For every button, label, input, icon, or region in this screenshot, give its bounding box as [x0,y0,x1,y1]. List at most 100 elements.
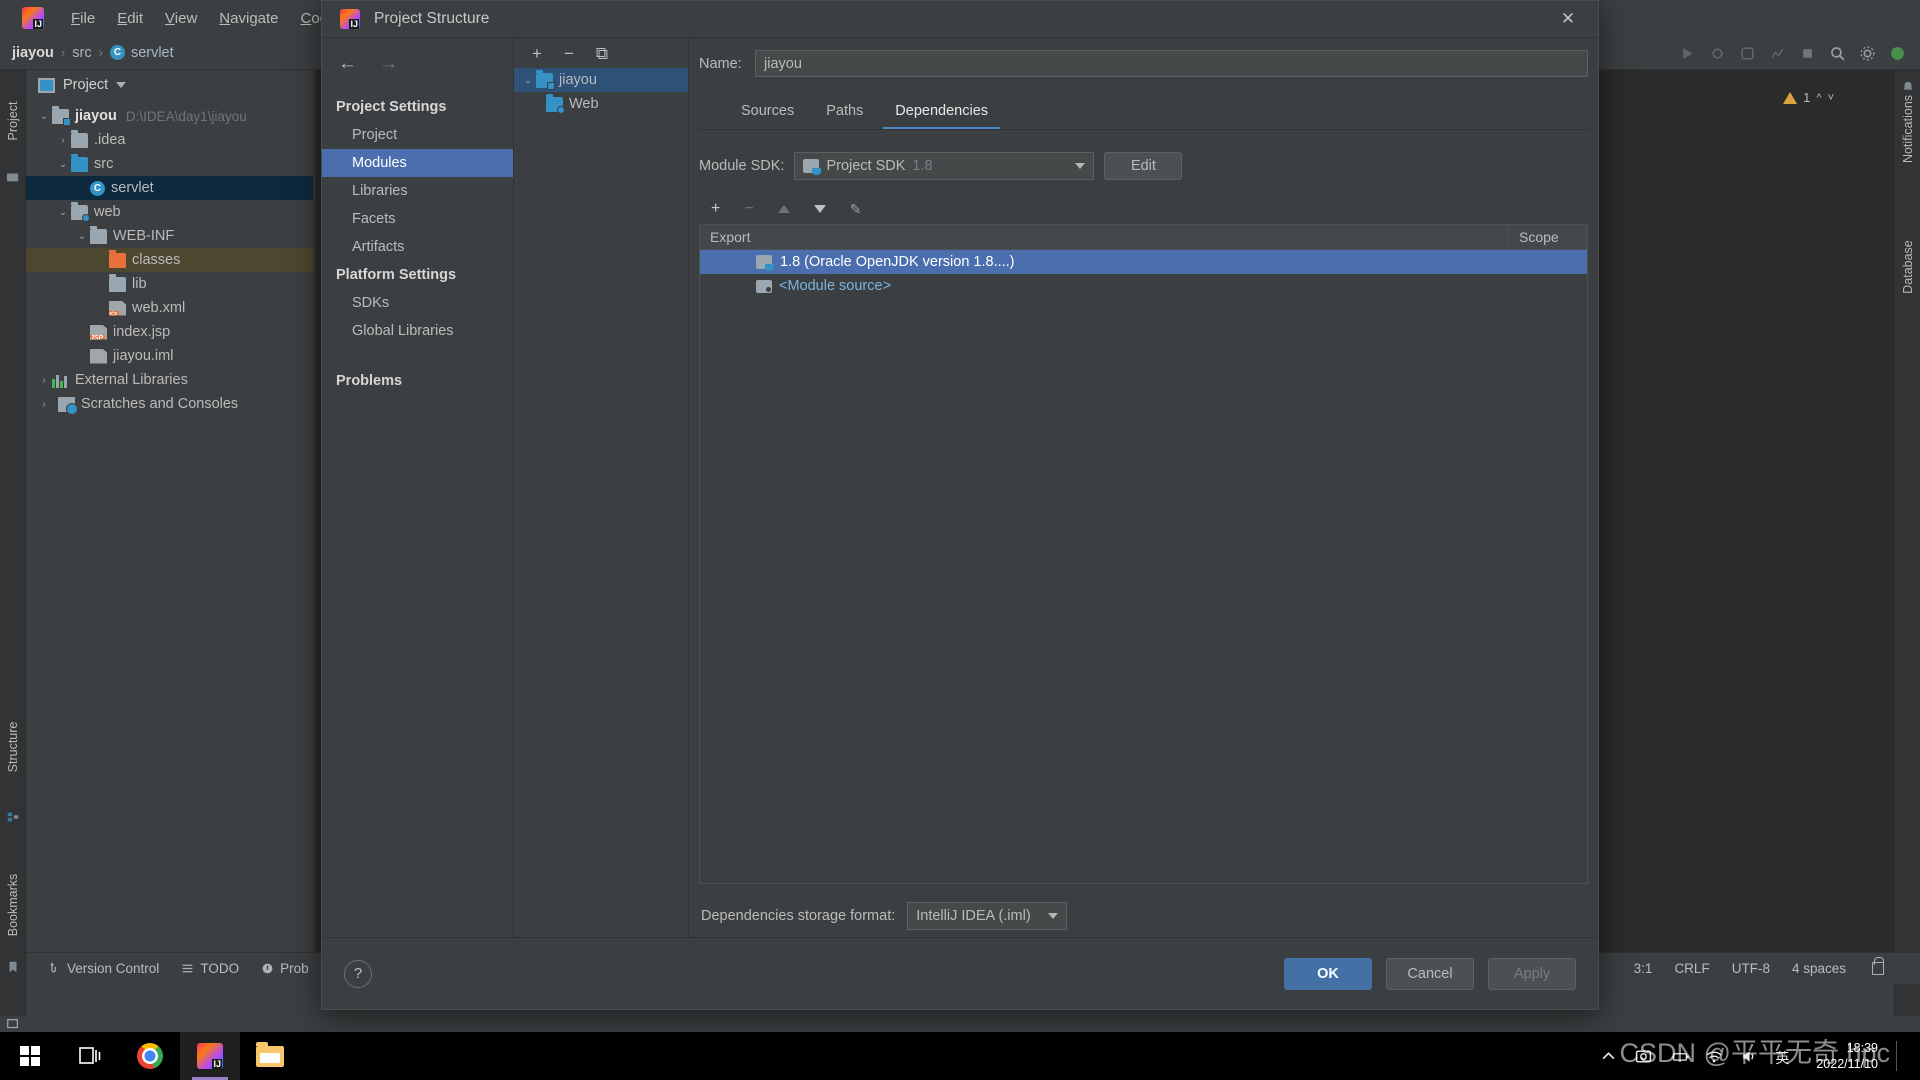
tab-dependencies[interactable]: Dependencies [883,97,1001,129]
taskbar-file-explorer[interactable] [240,1032,300,1080]
back-arrow-icon[interactable]: ← [338,54,357,73]
debug-icon[interactable] [1709,45,1726,62]
menu-file[interactable]: FFileile [60,7,106,30]
terminal-window-icon[interactable] [6,1017,20,1031]
sidebar-item-facets[interactable]: Facets [322,205,513,233]
tool-window-project[interactable]: Project [6,102,20,141]
tree-item-servlet[interactable]: Cservlet [26,176,313,200]
breadcrumb-project[interactable]: jiayou [12,45,54,61]
copy-module-button[interactable]: ⧉ [596,45,608,62]
tree-item-jiayou-iml[interactable]: jiayou.iml [26,344,313,368]
chevron-right-icon[interactable]: › [36,375,52,386]
updates-icon[interactable] [1889,45,1906,62]
module-sdk-select[interactable]: Project SDK 1.8 [794,152,1095,180]
stop-icon[interactable] [1799,45,1816,62]
chevron-down-icon[interactable]: ⌄ [55,207,71,218]
wifi-icon[interactable] [1705,1048,1722,1065]
profiler-icon[interactable] [1769,45,1786,62]
status-indent[interactable]: 4 spaces [1792,961,1846,976]
forward-arrow-icon[interactable]: → [379,54,398,73]
search-icon[interactable] [1829,45,1846,62]
breadcrumb-file[interactable]: servlet [131,45,174,61]
table-row[interactable]: <Module source> [700,274,1587,298]
screenshot-tool-icon[interactable] [1635,1048,1652,1065]
project-tree[interactable]: ⌄ jiayou D:\IDEA\day1\jiayou › .idea ⌄ src Cser… [26,100,313,416]
remove-dependency-button[interactable]: − [744,201,753,217]
table-row[interactable]: 1.8 (Oracle OpenJDK version 1.8....) [700,250,1587,274]
breadcrumb-folder[interactable]: src [72,45,91,61]
menu-navigate[interactable]: Navigate [208,7,289,30]
sidebar-item-sdks[interactable]: SDKs [322,289,513,317]
edit-dependency-icon[interactable]: ✎ [850,201,862,218]
tree-item-lib[interactable]: lib [26,272,313,296]
battery-icon[interactable] [1670,1048,1689,1065]
chevron-up-icon[interactable]: ^ [1816,92,1821,104]
taskbar-intellij-idea[interactable] [180,1032,240,1080]
move-down-icon[interactable] [813,205,826,213]
edit-sdk-button[interactable]: Edit [1104,152,1183,180]
tree-item-jiayou[interactable]: ⌄ jiayou D:\IDEA\day1\jiayou [26,104,313,128]
apply-button[interactable]: Apply [1488,957,1576,990]
chevron-down-icon[interactable] [116,82,127,88]
status-version-control[interactable]: Version Control [48,961,159,976]
modules-tree[interactable]: ⌄ jiayou Web [514,68,688,116]
menu-edit[interactable]: Edit [106,7,154,30]
chevron-down-icon[interactable]: ⌄ [520,75,536,86]
status-caret-position[interactable]: 3:1 [1634,961,1653,976]
modules-tree-item-jiayou[interactable]: ⌄ jiayou [514,68,688,92]
tree-item-classes[interactable]: classes [26,248,313,272]
column-header-scope[interactable]: Scope [1509,225,1587,249]
sidebar-item-modules[interactable]: Modules [322,149,513,177]
menu-view[interactable]: View [154,7,208,30]
tree-item-external-libraries[interactable]: › External Libraries [26,368,313,392]
chevron-down-icon[interactable]: ˅ [1828,92,1834,104]
add-dependency-button[interactable]: + [711,201,720,217]
sidebar-item-project[interactable]: Project [322,121,513,149]
chevron-down-icon[interactable]: ⌄ [55,159,71,170]
storage-format-select[interactable]: IntelliJ IDEA (.iml) [907,902,1068,930]
task-view-button[interactable] [60,1032,120,1080]
chevron-up-icon[interactable] [1600,1048,1617,1065]
remove-module-button[interactable]: − [564,45,574,62]
lock-icon[interactable] [1872,957,1884,975]
move-up-icon[interactable] [777,205,790,213]
tool-window-bookmarks[interactable]: Bookmarks [6,874,20,937]
module-name-input[interactable] [755,50,1588,77]
status-line-separator[interactable]: CRLF [1674,961,1709,976]
chevron-down-icon[interactable]: ⌄ [36,111,52,122]
start-button[interactable] [0,1032,60,1080]
tree-item-scratches-and-consoles[interactable]: › Scratches and Consoles [26,392,313,416]
chevron-right-icon[interactable]: › [36,399,52,410]
sidebar-item-artifacts[interactable]: Artifacts [322,233,513,261]
sidebar-item-libraries[interactable]: Libraries [322,177,513,205]
ok-button[interactable]: OK [1284,957,1372,990]
tool-window-notifications[interactable]: Notifications [1901,95,1915,163]
chevron-down-icon[interactable]: ⌄ [74,231,90,242]
tree-item-web[interactable]: ⌄ web [26,200,313,224]
tree-item-index-jsp[interactable]: JSP index.jsp [26,320,313,344]
chevron-right-icon[interactable]: › [55,135,71,146]
notifications-bell-icon[interactable] [1901,80,1915,94]
volume-icon[interactable] [1740,1048,1757,1065]
inspection-warning-widget[interactable]: 1 ^ ˅ [1783,90,1834,105]
sidebar-item-global-libraries[interactable]: Global Libraries [322,317,513,345]
tree-item--idea[interactable]: › .idea [26,128,313,152]
tab-paths[interactable]: Paths [814,97,875,129]
ime-chinese-icon[interactable]: 英 [1775,1048,1792,1066]
run-with-coverage-icon[interactable] [1739,45,1756,62]
tree-item-web-xml[interactable]: <> web.xml [26,296,313,320]
show-desktop-button[interactable] [1896,1041,1906,1071]
sidebar-item-problems[interactable]: Problems [322,367,513,395]
add-module-button[interactable]: + [532,45,542,62]
close-icon[interactable]: ✕ [1548,4,1588,34]
status-encoding[interactable]: UTF-8 [1732,961,1770,976]
status-todo[interactable]: TODO [181,961,239,976]
column-header-export[interactable]: Export [700,225,1509,249]
status-problems[interactable]: Prob [261,961,309,976]
cancel-button[interactable]: Cancel [1386,957,1474,990]
taskbar-chrome[interactable] [120,1032,180,1080]
tool-window-database[interactable]: Database [1901,240,1915,294]
tool-window-structure[interactable]: Structure [6,722,20,773]
modules-tree-item-web[interactable]: Web [514,92,688,116]
taskbar-clock[interactable]: 18:39 2022/11/10 [1816,1040,1878,1072]
